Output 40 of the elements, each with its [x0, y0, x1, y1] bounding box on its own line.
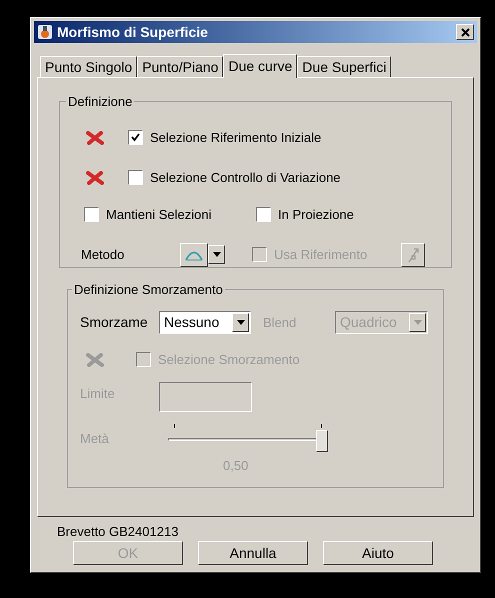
- dialog-button[interactable]: Aiuto: [323, 541, 433, 565]
- checkbox[interactable]: [128, 130, 143, 145]
- checkbox[interactable]: [256, 207, 271, 222]
- damping-label: Smorzame: [80, 313, 149, 332]
- tab[interactable]: Due curve: [223, 54, 298, 78]
- checkbox-label: Mantieni Selezioni: [106, 206, 212, 224]
- limit-label: Limite: [80, 384, 116, 402]
- checkbox-label: Usa Riferimento: [274, 246, 368, 264]
- group-title: Definizione Smorzamento: [73, 281, 224, 299]
- dropdown-arrow-icon: [236, 320, 244, 325]
- dropdown-arrow-icon: [414, 320, 422, 325]
- limit-field[interactable]: [159, 382, 252, 412]
- damping-dropdown[interactable]: Nessuno: [159, 311, 251, 334]
- close-button[interactable]: [456, 24, 474, 40]
- check-icon: [131, 133, 140, 142]
- dropdown-arrow-icon: [212, 252, 220, 257]
- reference-button[interactable]: [401, 242, 425, 266]
- slider-thumb[interactable]: [316, 430, 328, 452]
- tab[interactable]: Punto Singolo: [40, 56, 138, 77]
- method-dropdown[interactable]: [180, 242, 225, 266]
- method-label: Metodo: [81, 246, 126, 264]
- tab[interactable]: Due Superfici: [297, 56, 392, 77]
- checkbox-label: Selezione Controllo di Variazione: [150, 168, 341, 187]
- checkbox[interactable]: [84, 207, 99, 222]
- blend-label: Blend: [263, 314, 298, 332]
- window-title: Morfismo di Superficie: [57, 22, 209, 42]
- plane-icon: [406, 246, 420, 262]
- app-icon: [37, 24, 53, 40]
- dialog-button[interactable]: Annulla: [198, 541, 308, 565]
- tab[interactable]: Punto/Piano: [137, 56, 224, 77]
- half-label: Metà: [80, 430, 110, 448]
- checkbox-label: In Proiezione: [278, 206, 354, 224]
- checkbox[interactable]: [128, 170, 143, 185]
- group-title: Definizione: [67, 93, 134, 111]
- close-icon: [460, 28, 470, 36]
- arc-icon: [184, 248, 204, 260]
- checkbox-label: Selezione Riferimento Iniziale: [150, 128, 322, 147]
- half-reading: 0,50: [223, 458, 248, 472]
- patent-text: Brevetto GB2401213: [57, 524, 178, 539]
- checkbox-label: Selezione Smorzamento: [158, 350, 300, 369]
